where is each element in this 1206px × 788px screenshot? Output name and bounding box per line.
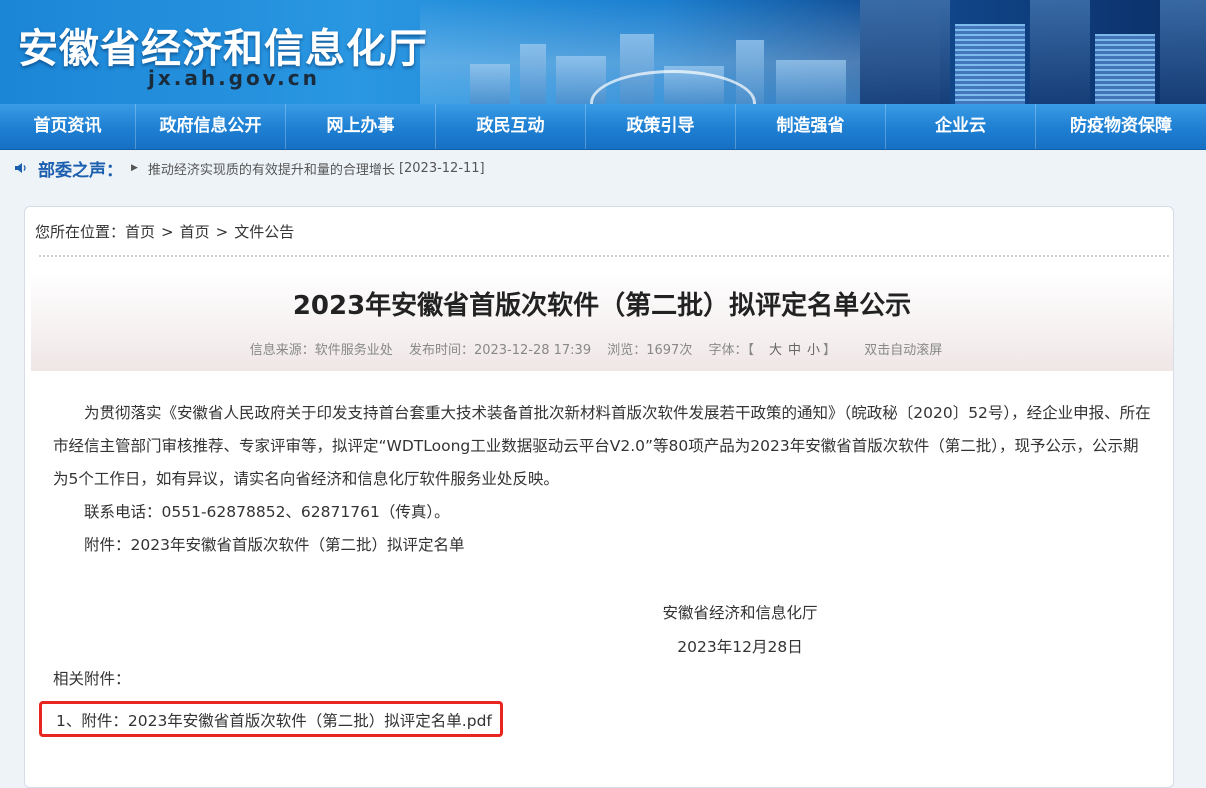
related-attachments-label: 相关附件： [53,670,131,688]
nav-item-interaction[interactable]: 政民互动 [436,104,586,149]
font-size-medium-button[interactable]: 中 [788,343,801,358]
signature-org: 安徽省经济和信息化厅 [662,604,818,622]
attachment-pdf-link[interactable]: 1、附件：2023年安徽省首版次软件（第二批）拟评定名单.pdf [39,701,503,737]
notice-label: 部委之声： [38,160,123,181]
article-attachment-note: 附件：2023年安徽省首版次软件（第二批）拟评定名单 [84,536,465,554]
triangle-bullet-icon: ▶ [131,163,138,173]
meta-font-size: 字体：【大中小】 [708,343,848,358]
font-size-large-button[interactable]: 大 [769,343,782,358]
article-contact: 联系电话：0551-62878852、62871761（传真）。 [84,503,450,521]
breadcrumb: 您所在位置：首页 > 首页 > 文件公告 [35,221,294,242]
breadcrumb-home-2[interactable]: 首页 [180,223,210,241]
banner-building [1160,0,1206,104]
nav-item-manufacturing[interactable]: 制造强省 [736,104,886,149]
nav-item-epidemic-supplies[interactable]: 防疫物资保障 [1036,104,1206,149]
article-container: 您所在位置：首页 > 首页 > 文件公告 2023年安徽省首版次软件（第二批）拟评定名单… [24,206,1174,788]
nav-item-home-news[interactable]: 首页资讯 [0,104,136,149]
meta-published: 发布时间：2023-12-28 17:39 [408,343,592,358]
notice-bar: 部委之声： ▶ 推动经济实现质的有效提升和量的合理增长 [2023-12-11] [0,150,1206,186]
font-size-small-button[interactable]: 小 [807,343,820,358]
speaker-icon [14,161,36,175]
breadcrumb-separator: > [215,223,229,241]
breadcrumb-separator: > [161,223,174,241]
breadcrumb-announcements[interactable]: 文件公告 [234,223,294,241]
title-panel: 2023年安徽省首版次软件（第二批）拟评定名单公示 信息来源：软件服务业处 发布… [31,271,1173,371]
breadcrumb-prefix: 您所在位置： [35,223,126,241]
font-size-close: 】 [823,343,837,358]
main-nav: 首页资讯 政府信息公开 网上办事 政民互动 政策引导 制造强省 企业云 防疫物资… [0,104,1206,150]
signature-date: 2023年12月28日 [677,638,803,656]
banner-building [955,24,1025,104]
breadcrumb-home[interactable]: 首页 [125,223,155,241]
nav-item-policy[interactable]: 政策引导 [586,104,736,149]
breadcrumb-divider [39,255,1169,257]
nav-item-online-services[interactable]: 网上办事 [286,104,436,149]
nav-item-enterprise-cloud[interactable]: 企业云 [886,104,1036,149]
article-title: 2023年安徽省首版次软件（第二批）拟评定名单公示 [292,291,912,321]
banner-building [776,60,846,104]
banner-building [1030,0,1090,104]
article-paragraph: 为贯彻落实《安徽省人民政府关于印发支持首台套重大技术装备首批次新材料首版次软件发… [53,404,1151,488]
article-meta: 信息来源：软件服务业处 发布时间：2023-12-28 17:39 浏览：169… [31,339,1173,358]
auto-scroll-toggle[interactable]: 双击自动滚屏 [864,343,942,358]
meta-views: 浏览：1697次 [607,343,693,358]
banner-building [1095,34,1155,104]
notice-date: [2023-12-11] [398,160,485,176]
banner-building [470,64,510,104]
site-banner: 安徽省经济和信息化厅 jx.ah.gov.cn [0,0,1206,104]
font-size-label: 字体：【 [708,343,754,358]
site-domain: jx.ah.gov.cn [148,66,320,90]
notice-headline-link[interactable]: 推动经济实现质的有效提升和量的合理增长 [148,159,395,178]
banner-building [860,0,950,104]
article-body: 为贯彻落实《安徽省人民政府关于印发支持首台套重大技术装备首批次新材料首版次软件发… [53,397,1153,562]
nav-item-gov-info[interactable]: 政府信息公开 [136,104,286,149]
meta-source: 信息来源：软件服务业处 [249,343,393,358]
banner-building [520,44,546,104]
